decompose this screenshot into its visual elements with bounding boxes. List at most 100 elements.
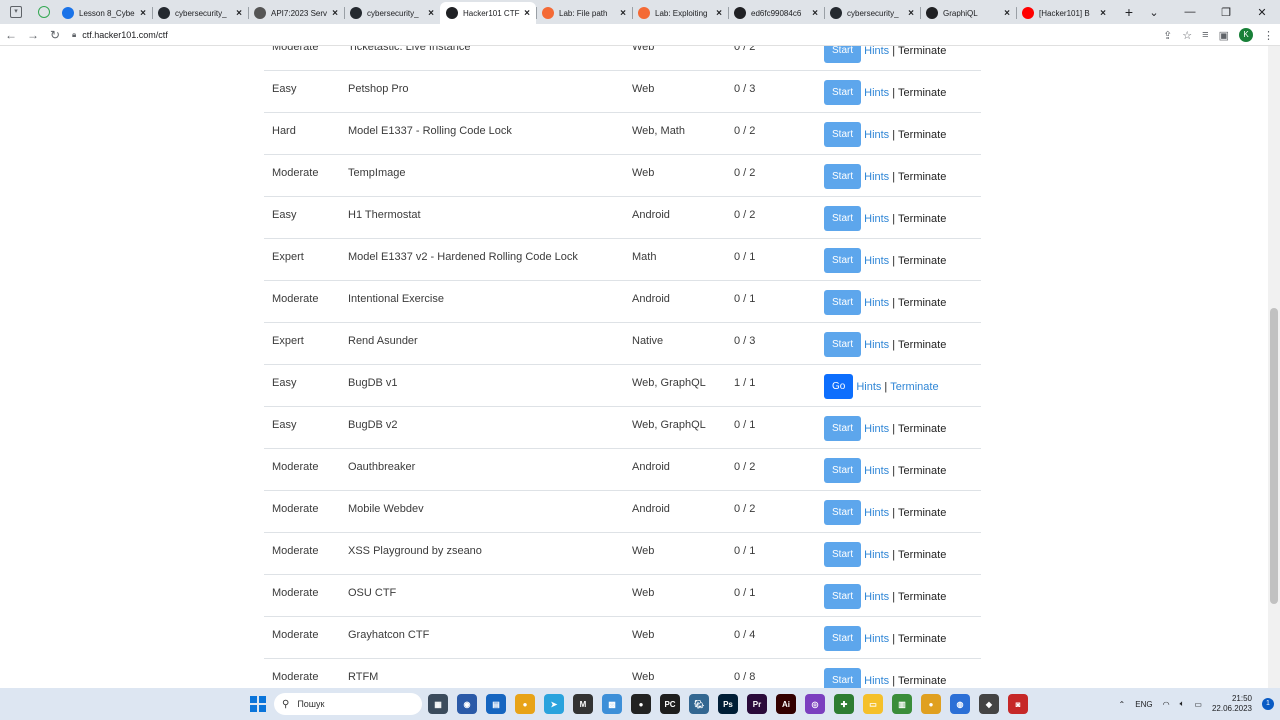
hints-link[interactable]: Hints: [864, 255, 889, 267]
tab-close-icon[interactable]: ×: [332, 8, 338, 19]
hints-link[interactable]: Hints: [864, 46, 889, 57]
app-icon[interactable]: ▤: [486, 694, 506, 714]
lock-icon[interactable]: 🔒︎: [72, 30, 76, 40]
terminate-link[interactable]: Terminate: [898, 549, 946, 561]
terminate-link[interactable]: Terminate: [898, 213, 946, 225]
hints-link[interactable]: Hints: [864, 549, 889, 561]
browser-tab[interactable]: Hacker101 CTF ×: [440, 2, 536, 24]
browser-tab[interactable]: [Hacker101] B ×: [1016, 2, 1112, 24]
start-button[interactable]: Start: [824, 542, 862, 567]
browser-tab[interactable]: Lesson 8_Cybe ×: [56, 2, 152, 24]
share-icon[interactable]: ⇪: [1163, 29, 1172, 42]
app-icon[interactable]: ◆: [979, 694, 999, 714]
browser-tab[interactable]: ed6fc99084c6 ×: [728, 2, 824, 24]
browser-tab[interactable]: cybersecurity_ ×: [344, 2, 440, 24]
premiere-icon[interactable]: Pr: [747, 694, 767, 714]
start-button[interactable]: Start: [824, 80, 862, 105]
page-scrollbar[interactable]: [1268, 46, 1280, 688]
chrome-icon[interactable]: ●: [515, 694, 535, 714]
tab-close-icon[interactable]: ×: [716, 8, 722, 19]
tab-search-button[interactable]: ▾: [4, 1, 28, 23]
browser-tab[interactable]: GraphiQL ×: [920, 2, 1016, 24]
hints-link[interactable]: Hints: [864, 339, 889, 351]
terminate-link[interactable]: Terminate: [898, 46, 946, 57]
battery-icon[interactable]: ▭: [1194, 700, 1202, 709]
tab-close-icon[interactable]: ×: [1100, 8, 1106, 19]
go-button[interactable]: Go: [824, 374, 854, 399]
reading-list-icon[interactable]: ≡: [1202, 29, 1208, 41]
tab-close-icon[interactable]: ×: [620, 8, 626, 19]
app-icon[interactable]: ▩: [602, 694, 622, 714]
browser-tab[interactable]: API7:2023 Serv ×: [248, 2, 344, 24]
terminate-link[interactable]: Terminate: [898, 507, 946, 519]
tab-close-icon[interactable]: ×: [428, 8, 434, 19]
back-button[interactable]: ←: [0, 28, 22, 42]
start-button[interactable]: Start: [824, 416, 862, 441]
hints-link[interactable]: Hints: [856, 381, 881, 393]
start-button[interactable]: Start: [824, 164, 862, 189]
illustrator-icon[interactable]: Ai: [776, 694, 796, 714]
terminate-link[interactable]: Terminate: [898, 87, 946, 99]
app-icon[interactable]: M: [573, 694, 593, 714]
tray-overflow-icon[interactable]: ⌃: [1119, 700, 1126, 709]
terminate-link[interactable]: Terminate: [890, 381, 938, 393]
start-button[interactable]: Start: [824, 206, 862, 231]
terminate-link[interactable]: Terminate: [898, 633, 946, 645]
app-icon[interactable]: ◉: [457, 694, 477, 714]
start-button[interactable]: Start: [824, 668, 862, 688]
pycharm-icon[interactable]: PC: [660, 694, 680, 714]
telegram-icon[interactable]: ➤: [544, 694, 564, 714]
browser-tab[interactable]: cybersecurity_ ×: [152, 2, 248, 24]
hints-link[interactable]: Hints: [864, 675, 889, 687]
browser-tab[interactable]: cybersecurity_ ×: [824, 2, 920, 24]
start-button[interactable]: Start: [824, 248, 862, 273]
terminate-link[interactable]: Terminate: [898, 171, 946, 183]
app-icon[interactable]: ✚: [834, 694, 854, 714]
browser-tab[interactable]: Lab: Exploiting ×: [632, 2, 728, 24]
terminate-link[interactable]: Terminate: [898, 297, 946, 309]
profile-avatar[interactable]: K: [1239, 28, 1253, 42]
reload-button[interactable]: ↻: [44, 28, 66, 42]
terminate-link[interactable]: Terminate: [898, 465, 946, 477]
tab-close-icon[interactable]: ×: [140, 8, 146, 19]
tab-search-icon[interactable]: ⌄: [1136, 6, 1172, 19]
bookmark-star-icon[interactable]: ☆: [1182, 29, 1192, 42]
start-button[interactable]: Start: [824, 500, 862, 525]
task-view-icon[interactable]: ▦: [428, 694, 448, 714]
app-icon[interactable]: ●: [631, 694, 651, 714]
postgres-icon[interactable]: 🐘︎: [689, 694, 709, 714]
app-icon[interactable]: ◍: [950, 694, 970, 714]
taskbar-search[interactable]: ⚲ Пошук: [274, 693, 422, 715]
hints-link[interactable]: Hints: [864, 591, 889, 603]
tab-close-icon[interactable]: ×: [1004, 8, 1010, 19]
notification-badge[interactable]: 1: [1262, 698, 1274, 710]
photoshop-icon[interactable]: Ps: [718, 694, 738, 714]
language-indicator[interactable]: ENG: [1135, 700, 1152, 709]
side-panel-icon[interactable]: ▣: [1219, 29, 1229, 42]
hints-link[interactable]: Hints: [864, 633, 889, 645]
browser-tab[interactable]: Lab: File path ×: [536, 2, 632, 24]
hints-link[interactable]: Hints: [864, 129, 889, 141]
start-button[interactable]: Start: [824, 626, 862, 651]
address-bar[interactable]: 🔒︎ ctf.hacker101.com/ctf: [72, 30, 168, 40]
terminate-link[interactable]: Terminate: [898, 255, 946, 267]
menu-kebab-icon[interactable]: ⋮: [1263, 29, 1274, 42]
pinned-tab[interactable]: [32, 1, 56, 23]
app-icon[interactable]: ▥: [892, 694, 912, 714]
minimize-button[interactable]: —: [1172, 6, 1208, 18]
file-explorer-icon[interactable]: ▭: [863, 694, 883, 714]
forward-button[interactable]: →: [22, 28, 44, 42]
terminate-link[interactable]: Terminate: [898, 339, 946, 351]
terminate-link[interactable]: Terminate: [898, 129, 946, 141]
hints-link[interactable]: Hints: [864, 213, 889, 225]
restore-button[interactable]: ❐: [1208, 6, 1244, 19]
terminate-link[interactable]: Terminate: [898, 675, 946, 687]
wifi-icon[interactable]: ◠: [1163, 700, 1170, 709]
tab-close-icon[interactable]: ×: [524, 8, 530, 19]
tab-close-icon[interactable]: ×: [812, 8, 818, 19]
windows-start-button[interactable]: [250, 696, 266, 712]
tab-close-icon[interactable]: ×: [908, 8, 914, 19]
chrome-active-icon[interactable]: ●: [921, 694, 941, 714]
hints-link[interactable]: Hints: [864, 465, 889, 477]
tab-close-icon[interactable]: ×: [236, 8, 242, 19]
